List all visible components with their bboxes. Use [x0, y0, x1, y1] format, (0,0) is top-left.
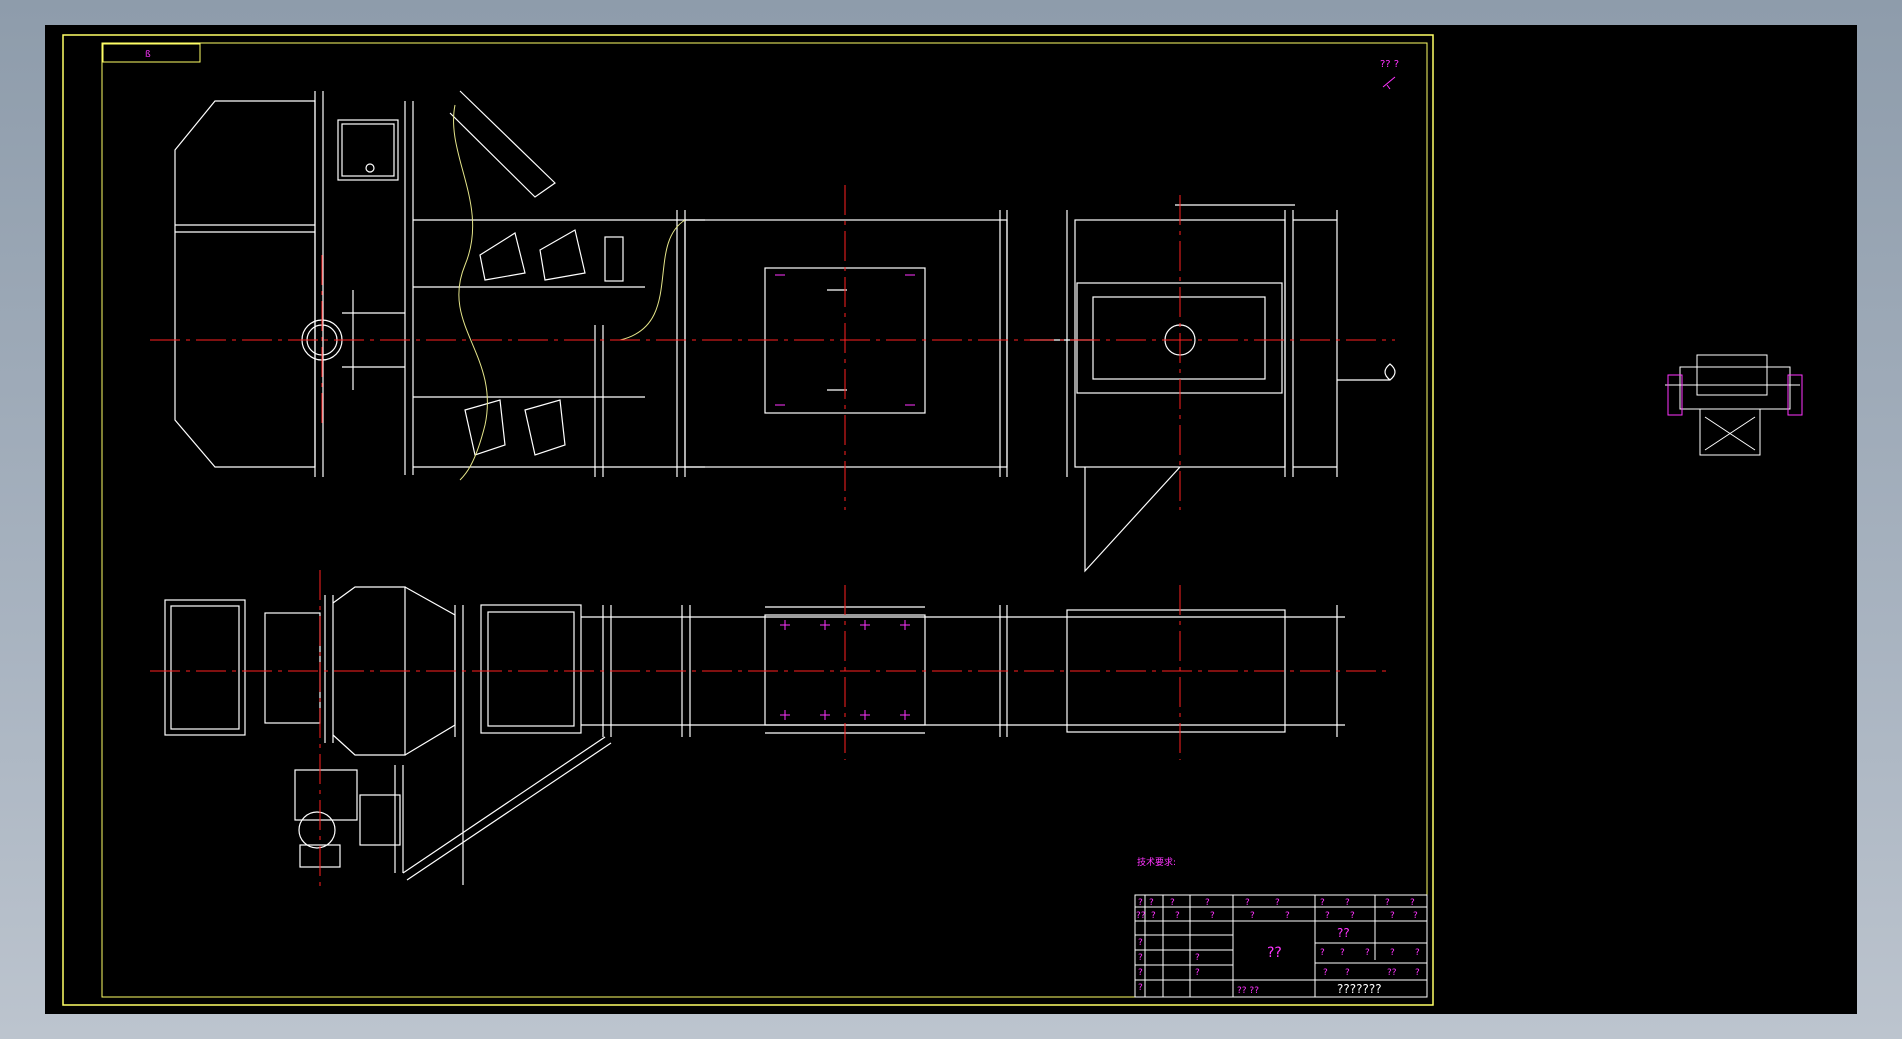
tb-scale-cell: ? — [1323, 968, 1328, 978]
diagonal-brace-2 — [406, 742, 612, 881]
support-leg — [1084, 466, 1181, 573]
tb-left-label: ? — [1138, 953, 1143, 963]
tb-row2-cell: ? — [1325, 911, 1330, 921]
boot-plan-box — [480, 604, 582, 734]
tb-left-label: ? — [1195, 968, 1200, 978]
tb-header-cell: ? — [1149, 898, 1154, 908]
section-detail — [1665, 354, 1803, 456]
bottom-view — [164, 586, 1345, 885]
tb-header-cell: ? — [1345, 898, 1350, 908]
tb-scale-cell: ?? — [1387, 968, 1397, 978]
tb-header-cell: ? — [1275, 898, 1280, 908]
tb-row2-cell: ? — [1250, 911, 1255, 921]
tb-right-label: ? — [1365, 948, 1370, 958]
bottom-centerlines — [150, 570, 1390, 890]
head-plan-box-inner — [170, 605, 240, 730]
tb-row2-cell: ? — [1210, 911, 1215, 921]
cad-drawing: ß ?? ? 技术要求: ? ? ? ? ? ? ? ? ? ? ?? ? ? … — [62, 34, 1803, 1006]
tb-right-label: ? — [1390, 948, 1395, 958]
head-plan-box — [164, 599, 246, 736]
tb-right-label: ? — [1415, 948, 1420, 958]
bucket-1 — [479, 232, 526, 281]
top-view — [174, 90, 1396, 573]
tb-left-label: ? — [1138, 983, 1143, 993]
detail-frame — [1699, 409, 1761, 456]
tb-header-cell: ? — [1410, 898, 1415, 908]
inspection-door-inner — [341, 123, 395, 177]
tb-header-cell: ? — [1138, 898, 1143, 908]
tb-header-cell: ? — [1385, 898, 1390, 908]
head-housing — [174, 100, 316, 468]
coupling — [359, 794, 401, 846]
drawing-number: ??????? — [1337, 982, 1382, 996]
bucket-4 — [524, 399, 566, 456]
tb-row2-cell: ? — [1175, 911, 1180, 921]
tb-header-cell: ? — [1205, 898, 1210, 908]
sheet-outer-frame — [62, 34, 1434, 1006]
tb-scale-cell: ? — [1415, 968, 1420, 978]
casing-section-2 — [684, 219, 1008, 468]
tech-requirements: 技术要求: — [1137, 856, 1176, 868]
view-note-mark — [1382, 76, 1396, 90]
tb-header-cell: ? — [1170, 898, 1175, 908]
tb-left-label: ? — [1138, 968, 1143, 978]
tb-right-label: ? — [1320, 948, 1325, 958]
door-handle — [365, 163, 375, 173]
reducer — [294, 769, 358, 821]
part-name: ?? — [1267, 945, 1282, 961]
sheet-inner-frame — [101, 42, 1428, 998]
tensioner-inner — [1092, 296, 1266, 380]
tb-row2-cell: ?? — [1136, 911, 1146, 921]
tb-left-label: ? — [1195, 953, 1200, 963]
diagonal-brace — [402, 736, 606, 874]
tb-row2-cell: ? — [1413, 911, 1418, 921]
tb-left-label: ? — [1138, 938, 1143, 948]
view-note: ?? ? — [1380, 59, 1399, 70]
tb-row2-cell: ? — [1390, 911, 1395, 921]
hanger-bracket — [604, 236, 624, 282]
top-centerlines — [150, 185, 1395, 510]
motor — [298, 811, 336, 849]
title-block-text: ? ? ? ? ? ? ? ? ? ? ?? ? ? ? ? ? ? ? ? ?… — [1136, 898, 1420, 996]
cutaway-line — [453, 104, 488, 481]
tb-right-label: ? — [1340, 948, 1345, 958]
drive-cover — [264, 612, 321, 724]
signature: ?? ?? — [1237, 986, 1259, 996]
tb-scale-cell: ? — [1345, 968, 1350, 978]
tb-row2-cell: ? — [1285, 911, 1290, 921]
bucket-2 — [539, 229, 586, 281]
tb-row2-cell: ? — [1151, 911, 1156, 921]
tb-header-cell: ? — [1320, 898, 1325, 908]
tb-header-cell: ? — [1245, 898, 1250, 908]
pull-handle — [1337, 363, 1396, 381]
bucket-3 — [464, 399, 506, 456]
drawing-viewport[interactable]: ß ?? ? 技术要求: ? ? ? ? ? ? ? ? ? ? ?? ? ? … — [45, 25, 1857, 1014]
detail-drum — [1696, 354, 1768, 396]
tb-row2-cell: ? — [1350, 911, 1355, 921]
boot-plan-box-inner — [487, 611, 575, 727]
corner-tag: ß — [145, 50, 151, 60]
cutaway-line-2 — [619, 219, 686, 341]
corner-tag-box — [102, 43, 201, 63]
material: ?? — [1337, 926, 1350, 940]
